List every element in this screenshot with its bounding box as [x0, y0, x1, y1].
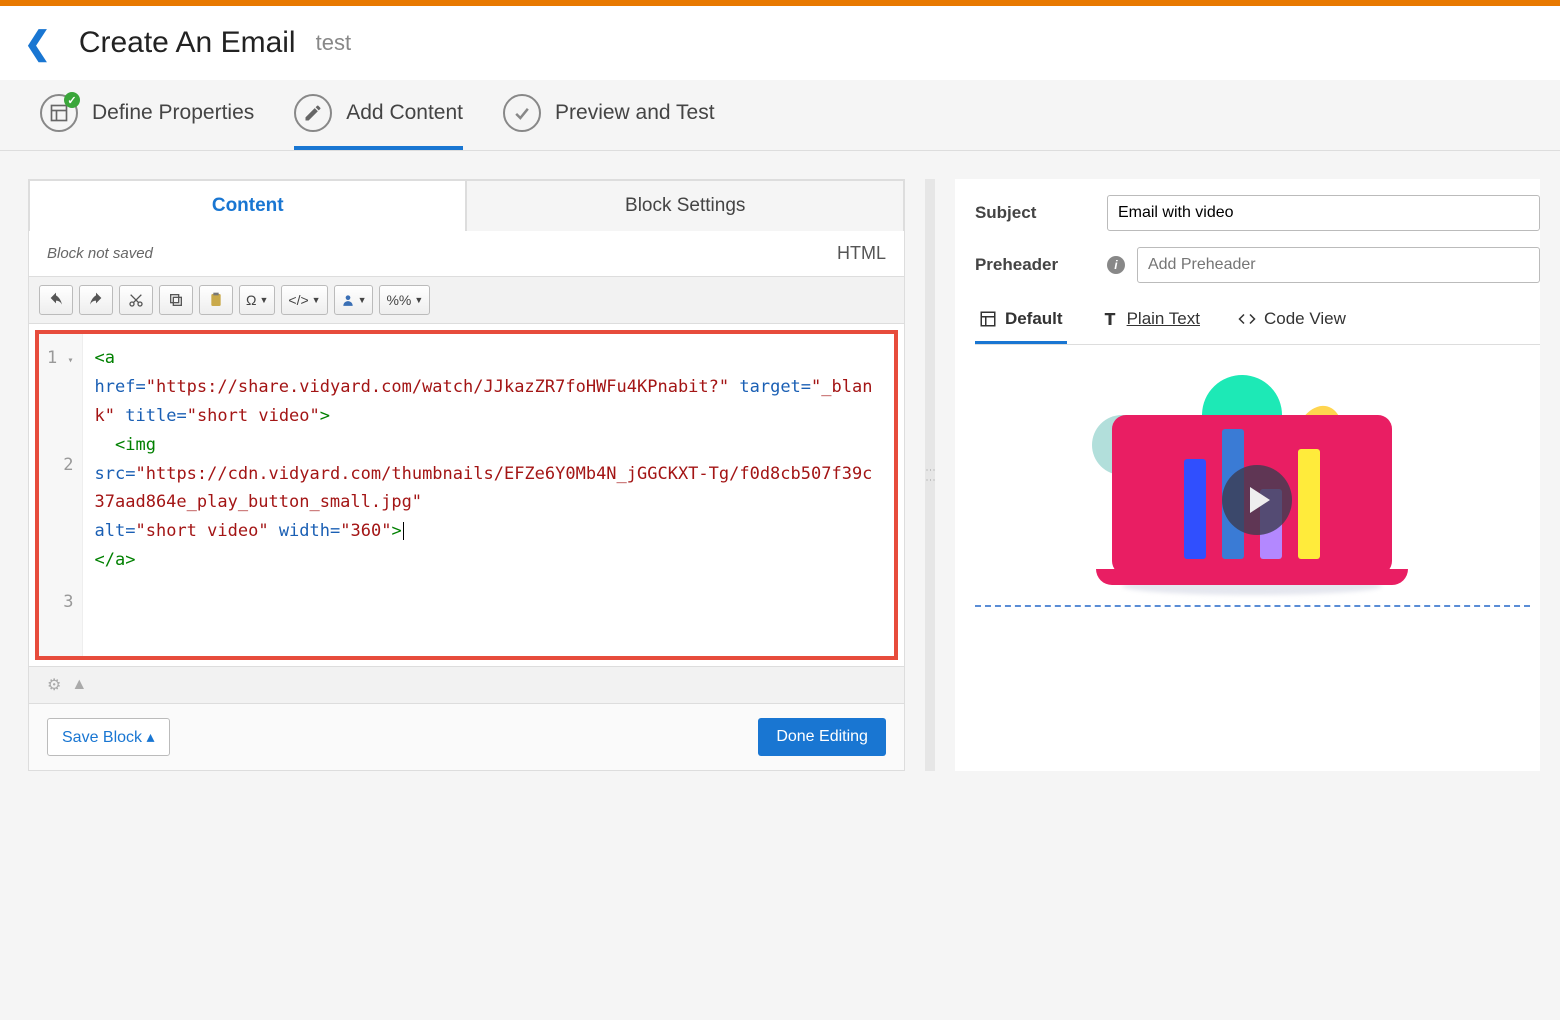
wizard-steps: ✓ Define Properties Add Content Preview … [0, 80, 1560, 151]
variable-button[interactable]: %%▼ [379, 285, 430, 315]
splitter-handle[interactable]: ⋮⋮ [925, 179, 935, 771]
copy-button[interactable] [159, 285, 193, 315]
view-tab-plain-text[interactable]: Plain Text [1097, 299, 1204, 344]
step-label: Add Content [346, 101, 463, 125]
check-badge-icon: ✓ [64, 92, 80, 108]
view-tab-default[interactable]: Default [975, 299, 1067, 344]
step-label: Preview and Test [555, 101, 715, 125]
step-add-content[interactable]: Add Content [294, 94, 463, 150]
layout-icon: ✓ [40, 94, 78, 132]
info-icon[interactable]: i [1107, 256, 1125, 274]
video-thumbnail[interactable] [1092, 375, 1412, 595]
tab-content[interactable]: Content [29, 180, 466, 231]
cut-button[interactable] [119, 285, 153, 315]
page-header: ❮ Create An Email test [0, 6, 1560, 80]
preheader-label: Preheader [975, 255, 1095, 275]
code-editor[interactable]: 1 ▾ 2 3 <a href="https://share.vidyard.c… [35, 330, 898, 660]
check-icon [503, 94, 541, 132]
special-char-button[interactable]: Ω▼ [239, 285, 275, 315]
back-arrow-icon[interactable]: ❮ [24, 24, 51, 62]
source-button[interactable]: </>▼ [281, 285, 327, 315]
pencil-icon [294, 94, 332, 132]
step-preview-test[interactable]: Preview and Test [503, 94, 715, 150]
editor-toolbar: Ω▼ </>▼ ▼ %%▼ [29, 276, 904, 324]
view-tab-code-view[interactable]: Code View [1234, 299, 1350, 344]
block-save-status: Block not saved [47, 245, 153, 262]
code-icon [1238, 310, 1256, 328]
layout-icon [979, 310, 997, 328]
redo-button[interactable] [79, 285, 113, 315]
code-body[interactable]: <a href="https://share.vidyard.com/watch… [83, 334, 894, 656]
play-button-icon[interactable] [1222, 465, 1292, 535]
gear-icon[interactable]: ⚙ [47, 675, 61, 695]
done-editing-button[interactable]: Done Editing [758, 718, 886, 756]
text-icon [1101, 310, 1119, 328]
page-subtitle: test [316, 30, 351, 56]
step-define-properties[interactable]: ✓ Define Properties [40, 94, 254, 150]
save-block-button[interactable]: Save Block ▴ [47, 718, 170, 756]
step-label: Define Properties [92, 101, 254, 125]
personalize-button[interactable]: ▼ [334, 285, 374, 315]
line-gutter: 1 ▾ 2 3 [39, 334, 83, 656]
preheader-input[interactable] [1137, 247, 1540, 283]
editor-mode-label: HTML [837, 243, 886, 264]
collapse-up-icon[interactable]: ▲ [71, 676, 87, 694]
tab-block-settings[interactable]: Block Settings [466, 180, 903, 231]
undo-button[interactable] [39, 285, 73, 315]
page-title: Create An Email [79, 26, 296, 60]
subject-input[interactable] [1107, 195, 1540, 231]
email-preview [975, 345, 1530, 607]
paste-button[interactable] [199, 285, 233, 315]
subject-label: Subject [975, 203, 1095, 223]
